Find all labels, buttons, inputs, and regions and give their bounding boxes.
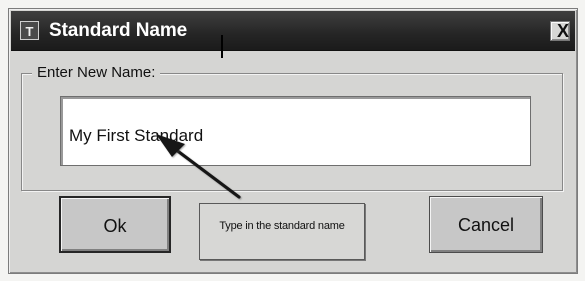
close-icon: X xyxy=(557,21,570,41)
new-name-group: Enter New Name: xyxy=(21,62,563,191)
ok-button[interactable]: Ok xyxy=(59,196,171,253)
cancel-button[interactable]: Cancel xyxy=(429,196,543,253)
text-cursor xyxy=(221,35,223,58)
standard-name-dialog: T Standard Name X Enter New Name: Ok Typ… xyxy=(8,8,578,274)
app-icon: T xyxy=(20,21,39,40)
new-name-label: Enter New Name: xyxy=(32,62,161,84)
close-button[interactable]: X xyxy=(550,21,570,41)
standard-name-input[interactable] xyxy=(60,96,531,166)
instruction-callout: Type in the standard name xyxy=(199,203,365,260)
dialog-title: Standard Name xyxy=(49,20,188,41)
title-bar[interactable]: T Standard Name X xyxy=(11,11,575,51)
